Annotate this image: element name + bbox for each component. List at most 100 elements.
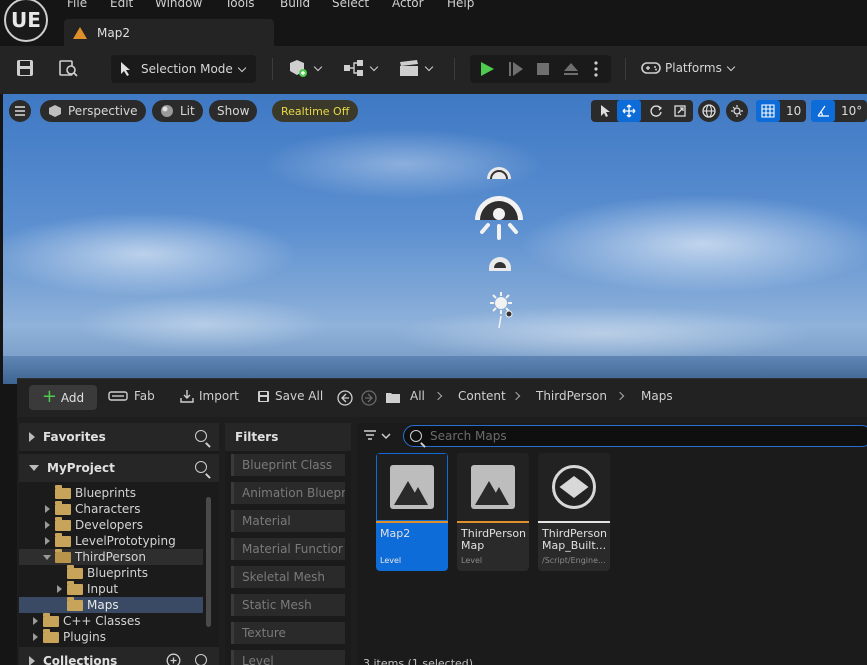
import-button[interactable]: Import (180, 389, 239, 403)
tree-item-plugins[interactable]: Plugins (19, 628, 203, 645)
tree-item-blueprints[interactable]: Blueprints (19, 564, 203, 581)
unreal-logo[interactable]: UE (4, 0, 48, 42)
add-collection-icon[interactable] (166, 653, 181, 665)
tab-map2[interactable]: Map2 (64, 19, 274, 47)
search-icon[interactable] (195, 654, 207, 665)
favorites-header[interactable]: Favorites (19, 423, 219, 451)
tree-item-c-classes[interactable]: C++ Classes (19, 612, 203, 629)
selection-mode-dropdown[interactable]: Selection Mode (111, 55, 256, 83)
content-browser-icon[interactable] (58, 58, 78, 78)
filter-static-mesh[interactable]: Static Mesh (231, 594, 345, 616)
sky-light-icon[interactable] (487, 250, 513, 272)
translate-tool-button[interactable] (617, 100, 641, 122)
cinematics-dropdown[interactable] (398, 58, 434, 78)
menu-edit[interactable]: Edit (110, 0, 133, 10)
view-mode-dropdown[interactable]: Lit (152, 100, 203, 122)
folder-icon (55, 500, 71, 515)
menu-actor[interactable]: Actor (392, 0, 424, 10)
menu-build[interactable]: Build (280, 0, 310, 10)
stop-icon[interactable] (534, 60, 552, 78)
eject-icon[interactable] (562, 60, 580, 78)
filter-animation-bluepr[interactable]: Animation Bluepr (231, 482, 345, 504)
show-dropdown[interactable]: Show (209, 100, 258, 122)
select-tool-icon[interactable] (598, 104, 612, 118)
rotation-snap-control[interactable]: 10° (811, 100, 867, 122)
save-icon[interactable] (15, 58, 35, 78)
sky-atmosphere-icon[interactable] (485, 166, 513, 180)
tree-item-characters[interactable]: Characters (19, 500, 203, 517)
chevron-right-icon (29, 656, 35, 665)
menu-window[interactable]: Window (155, 0, 202, 10)
filter-material-functior[interactable]: Material Functior (231, 538, 345, 560)
add-button[interactable]: + Add (29, 385, 97, 410)
search-maps-input[interactable] (430, 428, 850, 444)
folder-icon (67, 596, 83, 611)
world-local-toggle[interactable] (698, 100, 720, 122)
directional-light-icon[interactable] (471, 192, 527, 244)
chevron-right-icon (433, 391, 443, 401)
filter-dropdown-icon[interactable] (363, 429, 395, 443)
menu-file[interactable]: File (67, 0, 87, 10)
filter-skeletal-mesh[interactable]: Skeletal Mesh (231, 566, 345, 588)
chevron-right-icon[interactable] (55, 584, 65, 594)
tree-scrollbar[interactable] (206, 497, 211, 627)
lit-label: Lit (180, 104, 195, 118)
project-header[interactable]: MyProject (19, 454, 219, 482)
menu-select[interactable]: Select (332, 0, 369, 10)
scale-tool-icon[interactable] (673, 104, 687, 118)
asset-tile[interactable]: ThirdPerson Map Level (457, 453, 529, 571)
tree-item-input[interactable]: Input (19, 580, 203, 597)
breadcrumb-content[interactable]: Content (458, 389, 506, 403)
breadcrumb-thirdperson[interactable]: ThirdPerson (536, 389, 607, 403)
tree-item-levelprototyping[interactable]: LevelPrototyping (19, 532, 203, 549)
asset-type: Level (380, 556, 402, 565)
search-icon[interactable] (195, 461, 207, 473)
folder-icon[interactable] (385, 391, 401, 404)
hamburger-menu-icon[interactable] (9, 100, 31, 122)
breadcrumb-maps[interactable]: Maps (641, 389, 673, 403)
level-viewport[interactable]: Perspective Lit Show Realtime Off 10 10° (3, 94, 867, 384)
tree-item-thirdperson[interactable]: ThirdPerson (19, 548, 203, 565)
filter-level[interactable]: Level (231, 650, 345, 665)
tree-item-developers[interactable]: Developers (19, 516, 203, 533)
forward-arrow-icon[interactable] (361, 390, 377, 406)
breadcrumb-all[interactable]: All (410, 389, 425, 403)
play-icon[interactable] (478, 60, 496, 78)
platforms-dropdown[interactable]: Platforms (641, 60, 736, 76)
add-actor-dropdown[interactable] (287, 58, 323, 78)
realtime-toggle[interactable]: Realtime Off (272, 100, 359, 122)
fab-button[interactable]: Fab (108, 389, 155, 403)
collections-header[interactable]: Collections (19, 647, 219, 665)
back-arrow-icon[interactable] (337, 390, 353, 406)
save-all-button[interactable]: Save All (257, 389, 323, 403)
filter-texture[interactable]: Texture (231, 622, 345, 644)
chevron-right-icon[interactable] (31, 616, 41, 626)
filter-blueprint-class[interactable]: Blueprint Class (231, 454, 345, 476)
rotate-tool-icon[interactable] (649, 104, 663, 118)
asset-tile[interactable]: ThirdPerson Map_Built... /Script/Engine..… (538, 453, 610, 571)
add-label: Add (60, 390, 85, 405)
menu-help[interactable]: Help (447, 0, 474, 10)
filter-material[interactable]: Material (231, 510, 345, 532)
tree-item-label: LevelPrototyping (75, 534, 176, 548)
grid-snap-control[interactable]: 10 (756, 100, 806, 122)
asset-type-color-bar (457, 521, 529, 523)
asset-thumbnail (376, 453, 448, 521)
menu-tools[interactable]: Tools (225, 0, 255, 10)
blueprints-dropdown[interactable] (343, 58, 379, 78)
chevron-right-icon[interactable] (43, 536, 53, 546)
asset-tile[interactable]: Map2 Level (376, 453, 448, 571)
more-options-icon[interactable] (592, 60, 600, 78)
perspective-dropdown[interactable]: Perspective (40, 100, 146, 122)
content-browser: + Add Fab Import Save All All Content Th… (17, 378, 867, 665)
surface-snapping-toggle[interactable] (726, 100, 748, 122)
tree-item-blueprints[interactable]: Blueprints (19, 484, 203, 501)
chevron-right-icon[interactable] (43, 504, 53, 514)
chevron-right-icon[interactable] (31, 632, 41, 642)
exponential-fog-icon[interactable] (487, 290, 515, 330)
chevron-right-icon[interactable] (43, 520, 53, 530)
chevron-down-icon[interactable] (43, 552, 53, 562)
tree-item-maps[interactable]: Maps (19, 596, 203, 613)
search-icon[interactable] (195, 430, 207, 442)
advance-frame-icon[interactable] (507, 60, 525, 78)
